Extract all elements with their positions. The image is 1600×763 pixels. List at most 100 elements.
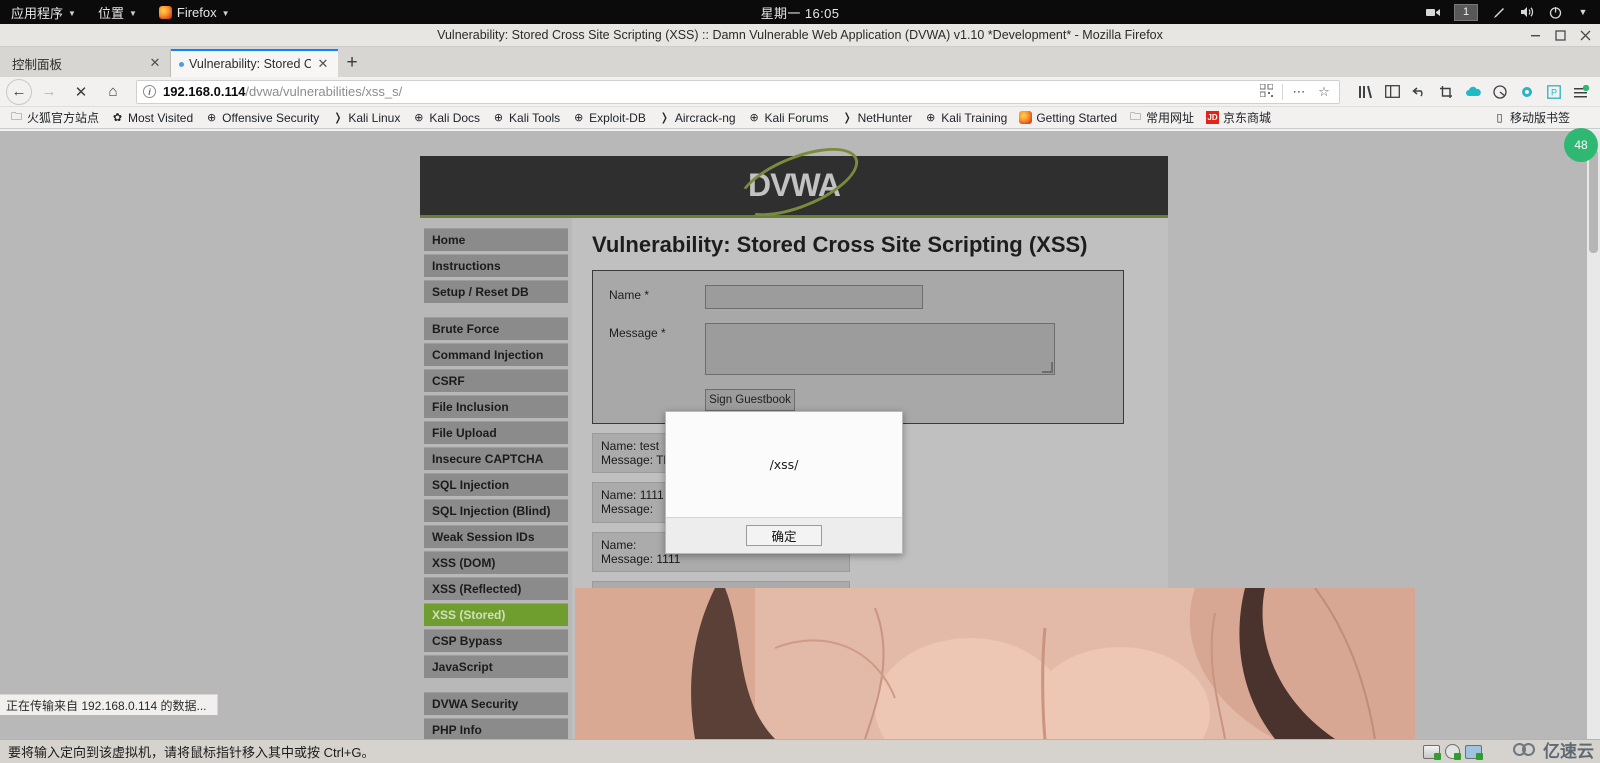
bookmark-item[interactable]: ❭ NetHunter <box>835 110 919 126</box>
form-row-name: Name * <box>609 285 1107 309</box>
page-actions-icon[interactable]: ⋯ <box>1290 84 1308 100</box>
sidebar-item-sql-injection[interactable]: SQL Injection <box>424 473 568 496</box>
close-button[interactable] <box>1579 29 1592 42</box>
minimize-button[interactable] <box>1529 29 1542 42</box>
bookmark-item[interactable]: ⊕ Kali Tools <box>486 110 566 126</box>
hard-disk-icon[interactable] <box>1423 744 1441 760</box>
navigation-toolbar: ← → ✕ ⌂ i 192.168.0.114/dvwa/vulnerabili… <box>0 77 1600 107</box>
sidebar-divider <box>424 681 572 692</box>
sidebar-item-xss-dom[interactable]: XSS (DOM) <box>424 551 568 574</box>
chevron-down-icon[interactable]: ▼ <box>1570 0 1596 24</box>
dvwa-sidebar: Home Instructions Setup / Reset DB Brute… <box>420 218 572 739</box>
bookmark-item[interactable]: 🗀 常用网址 <box>1123 108 1200 127</box>
menu-icon[interactable] <box>1568 79 1594 105</box>
bookmark-item[interactable]: ❭ Kali Linux <box>325 110 406 126</box>
bookmark-label: 常用网址 <box>1146 111 1195 125</box>
svg-text:P: P <box>1551 87 1557 97</box>
forward-button[interactable]: → <box>34 79 64 105</box>
sidebar-item-dvwa-security[interactable]: DVWA Security <box>424 692 568 715</box>
dialog-footer: 确定 <box>666 517 902 553</box>
panel-clock[interactable]: 星期一 16:05 <box>761 3 840 22</box>
cd-drive-icon[interactable] <box>1445 744 1461 760</box>
menu-places[interactable]: 位置 ▼ <box>87 0 148 24</box>
network-adapter-icon[interactable] <box>1465 744 1483 760</box>
bookmark-item[interactable]: ⊕ Exploit-DB <box>566 110 652 126</box>
screencast-icon[interactable] <box>1420 0 1446 24</box>
pen-icon[interactable] <box>1486 0 1512 24</box>
vm-hint-text: 要将输入定向到该虚拟机，请将鼠标指针移入其中或按 Ctrl+G。 <box>8 745 375 760</box>
sign-guestbook-button[interactable]: Sign Guestbook <box>705 389 795 411</box>
sidebar-item-setup-reset-db[interactable]: Setup / Reset DB <box>424 280 568 303</box>
page-scrollbar[interactable] <box>1587 131 1600 739</box>
sidebar-item-xss-reflected[interactable]: XSS (Reflected) <box>424 577 568 600</box>
menu-applications[interactable]: 应用程序 ▼ <box>0 0 87 24</box>
sidebar-item-insecure-captcha[interactable]: Insecure CAPTCHA <box>424 447 568 470</box>
stop-button[interactable]: ✕ <box>66 79 96 105</box>
bookmark-item[interactable]: ⊕ Kali Training <box>918 110 1013 126</box>
bookmark-item[interactable]: ⊕ Kali Docs <box>406 110 486 126</box>
tab-strip: 控制面板 ✕ Vulnerability: Stored Cro ✕ + <box>0 47 1600 77</box>
sidebar-item-sql-injection-blind[interactable]: SQL Injection (Blind) <box>424 499 568 522</box>
sidebar-item-xss-stored[interactable]: XSS (Stored) <box>424 603 568 626</box>
dialog-ok-button[interactable]: 确定 <box>746 525 822 546</box>
close-icon[interactable]: ✕ <box>316 56 330 72</box>
mobile-bookmarks-item[interactable]: ▯ 移动版书签 <box>1493 109 1570 126</box>
sidebar-item-command-injection[interactable]: Command Injection <box>424 343 568 366</box>
bookmark-item[interactable]: Getting Started <box>1013 110 1123 126</box>
info-icon[interactable]: i <box>143 85 156 98</box>
sidebar-item-home[interactable]: Home <box>424 228 568 251</box>
menu-firefox[interactable]: Firefox ▼ <box>148 0 241 24</box>
bookmark-label: Kali Linux <box>348 110 401 125</box>
bookmark-label: 京东商城 <box>1223 111 1272 125</box>
workspace-indicator[interactable]: 1 <box>1454 3 1478 21</box>
sidebar-item-instructions[interactable]: Instructions <box>424 254 568 277</box>
globe-icon: ⊕ <box>926 112 936 124</box>
browser-tab-dvwa-xss[interactable]: Vulnerability: Stored Cro ✕ <box>171 49 338 77</box>
gear-icon[interactable] <box>1514 79 1540 105</box>
name-input[interactable] <box>705 285 923 309</box>
volume-icon[interactable] <box>1514 0 1540 24</box>
sidebar-item-brute-force[interactable]: Brute Force <box>424 317 568 340</box>
bookmark-item[interactable]: ✿ Most Visited <box>105 110 199 126</box>
undo-icon[interactable] <box>1406 79 1432 105</box>
power-icon[interactable] <box>1542 0 1568 24</box>
container-icon[interactable] <box>1487 79 1513 105</box>
screenshot-icon[interactable] <box>1433 79 1459 105</box>
bookmark-item[interactable]: 🗀 火狐官方站点 <box>4 108 105 127</box>
bookmark-item[interactable]: ⊕ Kali Forums <box>742 110 835 126</box>
home-button[interactable]: ⌂ <box>98 79 128 105</box>
scrollbar-thumb[interactable] <box>1589 149 1598 253</box>
mobile-icon: ▯ <box>1496 112 1503 124</box>
form-row-message: Message * <box>609 323 1107 375</box>
new-tab-button[interactable]: + <box>338 49 366 77</box>
library-icon[interactable] <box>1352 79 1378 105</box>
bookmark-star-icon[interactable]: ☆ <box>1315 84 1333 100</box>
bookmark-label: 移动版书签 <box>1509 111 1570 125</box>
sidebar-item-weak-session-ids[interactable]: Weak Session IDs <box>424 525 568 548</box>
sidebar-item-file-upload[interactable]: File Upload <box>424 421 568 444</box>
bookmark-item[interactable]: ❭ Aircrack-ng <box>652 110 742 126</box>
bookmark-item[interactable]: JD 京东商城 <box>1200 108 1277 127</box>
pocket-icon[interactable]: P <box>1541 79 1567 105</box>
cloud-icon[interactable] <box>1460 79 1486 105</box>
window-controls <box>1529 24 1592 47</box>
url-text: 192.168.0.114/dvwa/vulnerabilities/xss_s… <box>163 84 1250 99</box>
qrcode-icon[interactable] <box>1257 83 1275 100</box>
globe-icon: ⊕ <box>207 112 217 124</box>
maximize-button[interactable] <box>1554 29 1567 42</box>
sidebar-icon[interactable] <box>1379 79 1405 105</box>
address-bar[interactable]: i 192.168.0.114/dvwa/vulnerabilities/xss… <box>136 79 1340 104</box>
back-button[interactable]: ← <box>6 78 32 105</box>
dragon-icon: ❭ <box>842 112 852 124</box>
sidebar-item-javascript[interactable]: JavaScript <box>424 655 568 678</box>
sidebar-item-php-info[interactable]: PHP Info <box>424 718 568 739</box>
browser-tab-control-panel[interactable]: 控制面板 ✕ <box>4 49 171 77</box>
url-path: /dvwa/vulnerabilities/xss_s/ <box>245 84 403 99</box>
message-textarea[interactable] <box>705 323 1055 375</box>
sidebar-item-csp-bypass[interactable]: CSP Bypass <box>424 629 568 652</box>
sidebar-item-file-inclusion[interactable]: File Inclusion <box>424 395 568 418</box>
sidebar-item-csrf[interactable]: CSRF <box>424 369 568 392</box>
bookmark-item[interactable]: ⊕ Offensive Security <box>199 110 325 126</box>
close-icon[interactable]: ✕ <box>148 55 162 71</box>
globe-icon: ⊕ <box>749 112 759 124</box>
